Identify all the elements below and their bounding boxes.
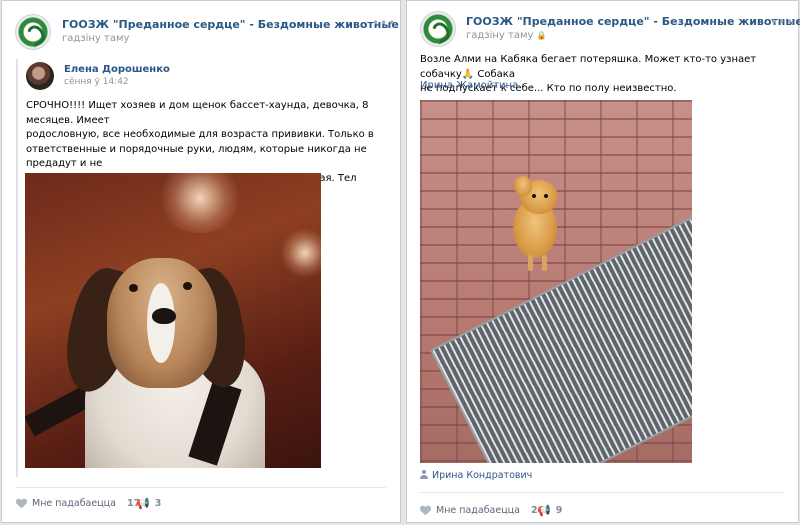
author-avatar[interactable] [26, 62, 54, 90]
dog-leg [542, 255, 547, 271]
share-button[interactable]: 📢 9 [537, 505, 562, 516]
heart-icon [420, 506, 431, 516]
dog-eye [544, 194, 548, 198]
dog-nose [152, 308, 176, 324]
post-time-text: гадзіну таму [466, 30, 534, 41]
author-name-link[interactable]: Елена Дорошенко [64, 64, 170, 75]
like-button[interactable]: Мне падабаецца 17 [16, 498, 140, 509]
dog-eye [532, 194, 536, 198]
photo-author-name: Ирина Кондратович [432, 470, 533, 481]
post-basset: ГООЗЖ "Преданное сердце" - Бездомные жив… [1, 0, 401, 523]
more-options-icon[interactable]: ••• [372, 16, 396, 30]
metal-grate [430, 211, 692, 463]
like-button[interactable]: Мне падабаецца 26 [420, 505, 544, 516]
signature-link[interactable]: Ирина Жамойтина [420, 80, 518, 91]
like-label: Мне падабаецца [32, 498, 116, 509]
heart-icon [16, 499, 27, 509]
dog-leg [528, 255, 533, 271]
post-time[interactable]: гадзіну таму 🔒 [466, 30, 547, 41]
share-count: 3 [154, 498, 162, 509]
group-avatar[interactable] [420, 11, 456, 47]
dog-tail [514, 176, 532, 196]
megaphone-icon: 📢 [136, 497, 150, 510]
actions-divider [420, 492, 785, 493]
share-button[interactable]: 📢 3 [136, 498, 161, 509]
photo-author-link[interactable]: Ирина Кондратович [420, 470, 532, 481]
basset-photo[interactable] [25, 173, 321, 468]
pomeranian-photo[interactable] [420, 100, 692, 463]
repost-bar [16, 59, 18, 477]
light-glare [155, 173, 245, 233]
actions-divider [16, 487, 386, 488]
megaphone-icon: 📢 [537, 504, 551, 517]
more-options-icon[interactable]: ••• [770, 15, 794, 29]
dog-eye [183, 282, 192, 290]
post-time[interactable]: гадзіну таму [62, 33, 129, 44]
share-count: 9 [555, 505, 563, 516]
dog-eye [129, 284, 138, 292]
author-time[interactable]: сёння ў 14:42 [64, 77, 129, 87]
group-name-link[interactable]: ГООЗЖ "Преданное сердце" - Бездомные жив… [466, 15, 800, 28]
person-icon [420, 470, 428, 479]
group-avatar[interactable] [15, 14, 51, 50]
like-label: Мне падабаецца [436, 505, 520, 516]
lock-icon: 🔒 [536, 31, 547, 40]
light-glare [280, 228, 321, 278]
group-name-link[interactable]: ГООЗЖ "Преданное сердце" - Бездомные жив… [62, 18, 399, 31]
